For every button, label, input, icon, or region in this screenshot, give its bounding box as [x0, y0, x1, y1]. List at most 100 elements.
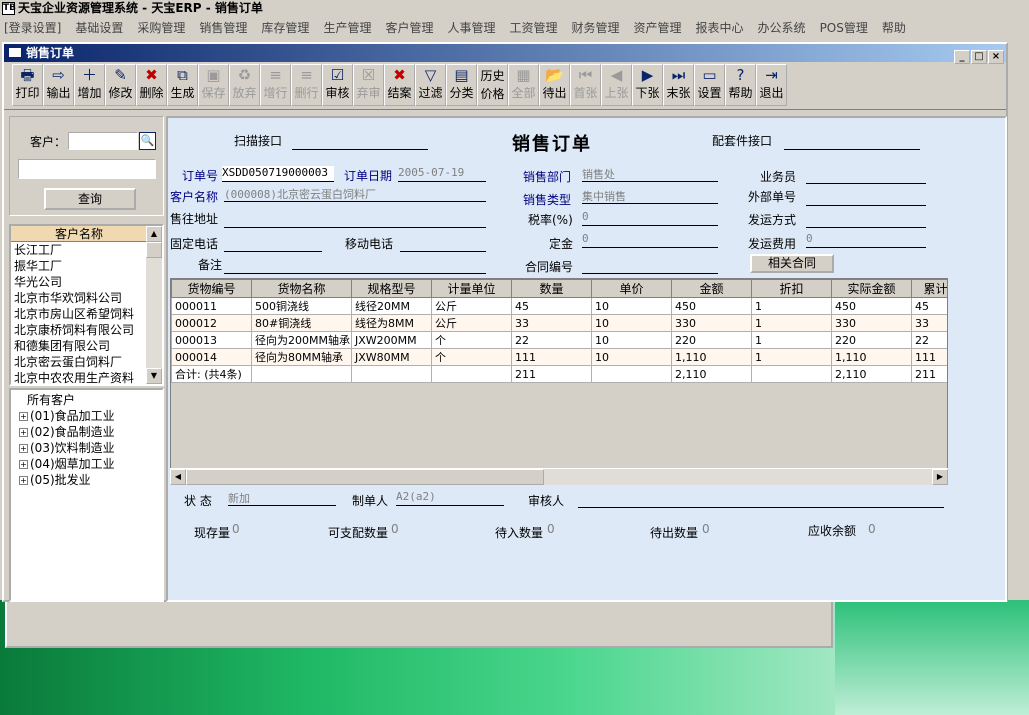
list-item[interactable]: 和德集团有限公司 [11, 338, 147, 354]
table-cell[interactable]: 33 [511, 314, 592, 332]
minimize-button[interactable]: _ [954, 50, 970, 64]
column-header[interactable]: 数量 [511, 279, 592, 298]
last-record-button[interactable]: ⏭ 末张 [663, 64, 694, 106]
scroll-down-icon[interactable]: ▼ [146, 368, 162, 384]
phone-field[interactable] [224, 236, 322, 252]
order-date-field[interactable]: 2005-07-19 [398, 166, 486, 182]
column-header[interactable]: 单价 [591, 279, 672, 298]
table-row[interactable]: 000011 500铜浇线 线径20MM 公斤 45 10 450 1 450 45 [171, 297, 947, 315]
menu-item-10[interactable]: 资产管理 [630, 17, 682, 39]
table-cell[interactable]: 220 [671, 331, 752, 349]
scroll-up-icon[interactable]: ▲ [146, 226, 162, 242]
list-item[interactable]: 长江工厂 [11, 242, 147, 258]
table-cell[interactable]: 1 [751, 331, 832, 349]
table-cell[interactable]: 1 [751, 348, 832, 366]
exit-button[interactable]: ⇥ 退出 [756, 64, 787, 106]
scan-field[interactable] [292, 134, 428, 150]
expand-icon[interactable]: + [19, 460, 28, 469]
table-row[interactable]: 000013 径向为200MM轴承 JXW200MM 个 22 10 220 1 220 22 [171, 331, 947, 349]
table-cell[interactable]: 个 [431, 348, 512, 366]
tree-item[interactable]: + (04)烟草加工业 [11, 456, 162, 472]
table-cell[interactable]: JXW200MM [351, 331, 432, 349]
menu-item-14[interactable]: 帮助 [878, 17, 906, 39]
discard-button[interactable]: ♻ 放弃 [229, 64, 260, 106]
list-item[interactable]: 北京市华欢饲料公司 [11, 290, 147, 306]
list-item[interactable]: 北京密云蛋白饲料厂 [11, 354, 147, 370]
prev-record-button[interactable]: ◀ 上张 [601, 64, 632, 106]
menu-item-13[interactable]: POS管理 [816, 17, 868, 39]
table-cell[interactable]: 000012 [171, 314, 252, 332]
deposit-field[interactable]: 0 [582, 232, 718, 248]
table-cell[interactable]: 10 [591, 314, 672, 332]
column-header[interactable]: 规格型号 [351, 279, 432, 298]
printer-button[interactable]: 🖶 打印 [12, 64, 43, 106]
table-cell[interactable]: 33 [911, 314, 947, 332]
table-cell[interactable]: 公斤 [431, 297, 512, 315]
table-cell[interactable]: 1 [751, 314, 832, 332]
table-cell[interactable]: 80#铜浇线 [251, 314, 352, 332]
search-icon[interactable]: 🔍 [139, 132, 156, 150]
external-no-field[interactable] [806, 190, 926, 206]
table-cell[interactable]: 线径为8MM [351, 314, 432, 332]
table-cell[interactable]: 330 [831, 314, 912, 332]
approve-button[interactable]: ☑ 审核 [322, 64, 353, 106]
delete-row-button[interactable]: ≡ 删行 [291, 64, 322, 106]
table-cell[interactable]: 000013 [171, 331, 252, 349]
delete-button[interactable]: ✖ 删除 [136, 64, 167, 106]
list-item[interactable]: 北京康桥饲料有限公司 [11, 322, 147, 338]
scroll-left-icon[interactable]: ◀ [170, 469, 186, 485]
table-cell[interactable]: 公斤 [431, 314, 512, 332]
menu-item-7[interactable]: 人事管理 [443, 17, 495, 39]
first-record-button[interactable]: ⏮ 首张 [570, 64, 601, 106]
table-row[interactable]: 000012 80#铜浇线 线径为8MM 公斤 33 10 330 1 330 33 [171, 314, 947, 332]
tree-item[interactable]: + (05)批发业 [11, 472, 162, 488]
table-cell[interactable]: 450 [671, 297, 752, 315]
order-no-field[interactable]: XSDD050719000003 [222, 166, 334, 182]
salesman-field[interactable] [806, 168, 926, 184]
table-cell[interactable]: 22 [511, 331, 592, 349]
price-history-button[interactable]: 历史价格 [477, 64, 508, 106]
sales-dept-field[interactable]: 销售处 [582, 166, 718, 182]
table-cell[interactable]: 10 [591, 348, 672, 366]
list-item[interactable]: 华光公司 [11, 274, 147, 290]
table-cell[interactable]: 1,110 [671, 348, 752, 366]
table-cell[interactable]: 1,110 [831, 348, 912, 366]
menu-item-1[interactable]: 基础设置 [71, 17, 123, 39]
table-cell[interactable]: 45 [511, 297, 592, 315]
menu-item-2[interactable]: 采购管理 [133, 17, 185, 39]
close-case-button[interactable]: ✖ 结案 [384, 64, 415, 106]
save-button[interactable]: ▣ 保存 [198, 64, 229, 106]
grid-scroll-thumb[interactable] [186, 469, 544, 485]
tax-field[interactable]: 0 [582, 210, 718, 226]
expand-icon[interactable]: + [19, 428, 28, 437]
table-cell[interactable]: 220 [831, 331, 912, 349]
column-header[interactable]: 货物编号 [171, 279, 252, 298]
export-button[interactable]: ⇨ 输出 [43, 64, 74, 106]
contract-no-field[interactable] [582, 258, 718, 274]
column-header[interactable]: 实际金额 [831, 279, 912, 298]
table-cell[interactable]: 000014 [171, 348, 252, 366]
table-cell[interactable]: 22 [911, 331, 947, 349]
column-header[interactable]: 金额 [671, 279, 752, 298]
menu-item-8[interactable]: 工资管理 [505, 17, 557, 39]
remark-field[interactable] [224, 258, 486, 274]
table-cell[interactable]: 径向为80MM轴承 [251, 348, 352, 366]
table-cell[interactable]: 10 [591, 331, 672, 349]
customer-name-field[interactable]: (000008)北京密云蛋白饲料厂 [224, 186, 486, 202]
customer-list-scrollbar[interactable]: ▲ ▼ [146, 226, 162, 384]
menu-item-9[interactable]: 财务管理 [568, 17, 620, 39]
list-item[interactable]: 北京中农农用生产资料 [11, 370, 147, 386]
scroll-thumb[interactable] [146, 242, 162, 258]
table-cell[interactable]: 111 [911, 348, 947, 366]
list-item[interactable]: 北京市房山区希望饲料 [11, 306, 147, 322]
maximize-button[interactable]: □ [971, 50, 987, 64]
customer-filter-input[interactable] [18, 159, 156, 179]
category-button[interactable]: ▤ 分类 [446, 64, 477, 106]
parts-field[interactable] [784, 134, 920, 150]
scroll-right-icon[interactable]: ▶ [932, 469, 948, 485]
address-field[interactable] [224, 212, 486, 228]
all-button[interactable]: ▦ 全部 [508, 64, 539, 106]
tree-item[interactable]: + (03)饮料制造业 [11, 440, 162, 456]
pending-out-button[interactable]: 📂 待出 [539, 64, 570, 106]
ship-method-field[interactable] [806, 212, 926, 228]
